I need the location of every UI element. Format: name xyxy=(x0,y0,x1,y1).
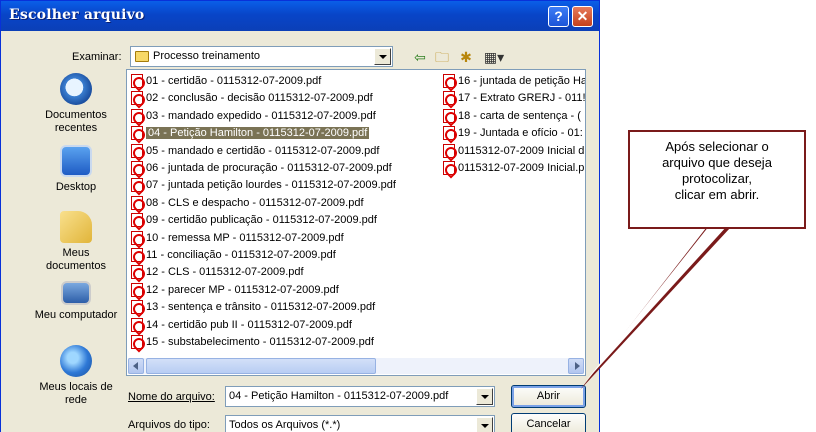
callout-text: Após selecionar o arquivo que deseja pro… xyxy=(662,139,772,202)
instruction-callout: Após selecionar o arquivo que deseja pro… xyxy=(628,130,806,229)
